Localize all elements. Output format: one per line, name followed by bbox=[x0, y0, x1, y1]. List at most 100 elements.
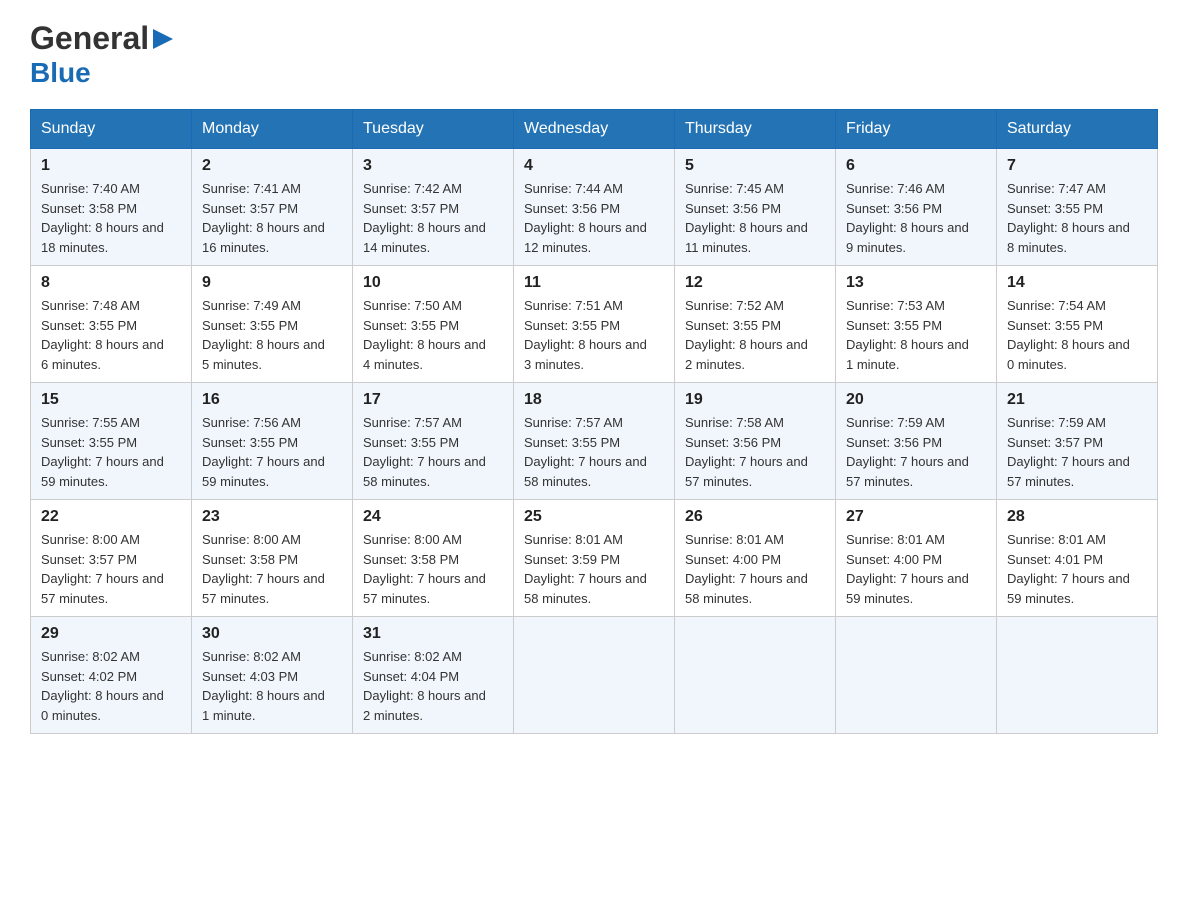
day-number: 27 bbox=[846, 508, 986, 526]
day-number: 29 bbox=[41, 625, 181, 643]
calendar-cell: 16 Sunrise: 7:56 AMSunset: 3:55 PMDayligh… bbox=[192, 383, 353, 500]
day-number: 4 bbox=[524, 157, 664, 175]
day-number: 8 bbox=[41, 274, 181, 292]
calendar-cell: 31Sunrise: 8:02 AMSunset: 4:04 PMDayligh… bbox=[353, 617, 514, 734]
day-info: Sunrise: 7:53 AMSunset: 3:55 PMDaylight:… bbox=[846, 296, 986, 374]
day-info: Sunrise: 8:01 AMSunset: 4:00 PMDaylight:… bbox=[685, 530, 825, 608]
calendar-cell: 28 Sunrise: 8:01 AMSunset: 4:01 PMDayligh… bbox=[997, 500, 1158, 617]
calendar-cell: 20 Sunrise: 7:59 AMSunset: 3:56 PMDayligh… bbox=[836, 383, 997, 500]
calendar-cell: 18Sunrise: 7:57 AMSunset: 3:55 PMDayligh… bbox=[514, 383, 675, 500]
day-number: 3 bbox=[363, 157, 503, 175]
calendar-cell: 9 Sunrise: 7:49 AMSunset: 3:55 PMDaylight… bbox=[192, 266, 353, 383]
day-number: 18 bbox=[524, 391, 664, 409]
calendar-cell: 2 Sunrise: 7:41 AMSunset: 3:57 PMDaylight… bbox=[192, 149, 353, 266]
day-number: 21 bbox=[1007, 391, 1147, 409]
calendar-cell: 4Sunrise: 7:44 AMSunset: 3:56 PMDaylight… bbox=[514, 149, 675, 266]
day-number: 2 bbox=[202, 157, 342, 175]
day-info: Sunrise: 7:48 AMSunset: 3:55 PMDaylight:… bbox=[41, 296, 181, 374]
day-number: 25 bbox=[524, 508, 664, 526]
day-number: 7 bbox=[1007, 157, 1147, 175]
day-number: 22 bbox=[41, 508, 181, 526]
calendar-cell: 3Sunrise: 7:42 AMSunset: 3:57 PMDaylight… bbox=[353, 149, 514, 266]
header-friday: Friday bbox=[836, 110, 997, 149]
day-number: 24 bbox=[363, 508, 503, 526]
calendar-cell: 5 Sunrise: 7:45 AMSunset: 3:56 PMDaylight… bbox=[675, 149, 836, 266]
calendar-cell: 30 Sunrise: 8:02 AMSunset: 4:03 PMDayligh… bbox=[192, 617, 353, 734]
header-sunday: Sunday bbox=[31, 110, 192, 149]
logo-blue-text: Blue bbox=[30, 57, 91, 89]
day-info: Sunrise: 8:01 AMSunset: 4:01 PMDaylight:… bbox=[1007, 530, 1147, 608]
calendar-cell: 14 Sunrise: 7:54 AMSunset: 3:55 PMDayligh… bbox=[997, 266, 1158, 383]
header-thursday: Thursday bbox=[675, 110, 836, 149]
day-number: 5 bbox=[685, 157, 825, 175]
day-number: 30 bbox=[202, 625, 342, 643]
calendar-cell bbox=[836, 617, 997, 734]
calendar-cell: 12 Sunrise: 7:52 AMSunset: 3:55 PMDayligh… bbox=[675, 266, 836, 383]
day-info: Sunrise: 7:49 AMSunset: 3:55 PMDaylight:… bbox=[202, 296, 342, 374]
day-number: 16 bbox=[202, 391, 342, 409]
day-number: 20 bbox=[846, 391, 986, 409]
calendar-cell: 21 Sunrise: 7:59 AMSunset: 3:57 PMDayligh… bbox=[997, 383, 1158, 500]
logo-general-text: General bbox=[30, 20, 149, 57]
day-info: Sunrise: 7:46 AMSunset: 3:56 PMDaylight:… bbox=[846, 179, 986, 257]
day-info: Sunrise: 7:52 AMSunset: 3:55 PMDaylight:… bbox=[685, 296, 825, 374]
day-info: Sunrise: 7:58 AMSunset: 3:56 PMDaylight:… bbox=[685, 413, 825, 491]
calendar-cell: 26 Sunrise: 8:01 AMSunset: 4:00 PMDayligh… bbox=[675, 500, 836, 617]
week-row-3: 15 Sunrise: 7:55 AMSunset: 3:55 PMDayligh… bbox=[31, 383, 1158, 500]
calendar-cell bbox=[997, 617, 1158, 734]
calendar-cell: 17 Sunrise: 7:57 AMSunset: 3:55 PMDayligh… bbox=[353, 383, 514, 500]
day-info: Sunrise: 7:59 AMSunset: 3:56 PMDaylight:… bbox=[846, 413, 986, 491]
day-info: Sunrise: 7:50 AMSunset: 3:55 PMDaylight:… bbox=[363, 296, 503, 374]
day-number: 13 bbox=[846, 274, 986, 292]
logo-triangle-icon bbox=[149, 25, 177, 53]
day-info: Sunrise: 7:47 AMSunset: 3:55 PMDaylight:… bbox=[1007, 179, 1147, 257]
day-info: Sunrise: 7:51 AMSunset: 3:55 PMDaylight:… bbox=[524, 296, 664, 374]
header-wednesday: Wednesday bbox=[514, 110, 675, 149]
week-row-2: 8 Sunrise: 7:48 AMSunset: 3:55 PMDaylight… bbox=[31, 266, 1158, 383]
day-number: 9 bbox=[202, 274, 342, 292]
day-number: 14 bbox=[1007, 274, 1147, 292]
day-number: 12 bbox=[685, 274, 825, 292]
day-number: 28 bbox=[1007, 508, 1147, 526]
day-info: Sunrise: 7:45 AMSunset: 3:56 PMDaylight:… bbox=[685, 179, 825, 257]
header-saturday: Saturday bbox=[997, 110, 1158, 149]
day-info: Sunrise: 8:00 AMSunset: 3:58 PMDaylight:… bbox=[202, 530, 342, 608]
day-info: Sunrise: 7:54 AMSunset: 3:55 PMDaylight:… bbox=[1007, 296, 1147, 374]
day-info: Sunrise: 7:40 AMSunset: 3:58 PMDaylight:… bbox=[41, 179, 181, 257]
calendar-cell bbox=[675, 617, 836, 734]
day-info: Sunrise: 8:02 AMSunset: 4:04 PMDaylight:… bbox=[363, 647, 503, 725]
day-number: 15 bbox=[41, 391, 181, 409]
day-info: Sunrise: 7:56 AMSunset: 3:55 PMDaylight:… bbox=[202, 413, 342, 491]
calendar-cell: 11 Sunrise: 7:51 AMSunset: 3:55 PMDayligh… bbox=[514, 266, 675, 383]
calendar-cell: 13 Sunrise: 7:53 AMSunset: 3:55 PMDayligh… bbox=[836, 266, 997, 383]
day-info: Sunrise: 8:02 AMSunset: 4:03 PMDaylight:… bbox=[202, 647, 342, 725]
logo: General Blue bbox=[30, 20, 177, 89]
day-number: 10 bbox=[363, 274, 503, 292]
calendar-cell: 8 Sunrise: 7:48 AMSunset: 3:55 PMDaylight… bbox=[31, 266, 192, 383]
calendar-cell: 22Sunrise: 8:00 AMSunset: 3:57 PMDayligh… bbox=[31, 500, 192, 617]
weekday-header-row: SundayMondayTuesdayWednesdayThursdayFrid… bbox=[31, 110, 1158, 149]
page-header: General Blue bbox=[30, 20, 1158, 89]
day-info: Sunrise: 8:02 AMSunset: 4:02 PMDaylight:… bbox=[41, 647, 181, 725]
calendar-cell: 1 Sunrise: 7:40 AMSunset: 3:58 PMDaylight… bbox=[31, 149, 192, 266]
calendar-cell: 19 Sunrise: 7:58 AMSunset: 3:56 PMDayligh… bbox=[675, 383, 836, 500]
day-info: Sunrise: 7:41 AMSunset: 3:57 PMDaylight:… bbox=[202, 179, 342, 257]
week-row-5: 29 Sunrise: 8:02 AMSunset: 4:02 PMDayligh… bbox=[31, 617, 1158, 734]
day-info: Sunrise: 8:01 AMSunset: 4:00 PMDaylight:… bbox=[846, 530, 986, 608]
header-tuesday: Tuesday bbox=[353, 110, 514, 149]
day-info: Sunrise: 7:55 AMSunset: 3:55 PMDaylight:… bbox=[41, 413, 181, 491]
day-number: 19 bbox=[685, 391, 825, 409]
day-info: Sunrise: 8:00 AMSunset: 3:58 PMDaylight:… bbox=[363, 530, 503, 608]
day-number: 23 bbox=[202, 508, 342, 526]
day-number: 17 bbox=[363, 391, 503, 409]
calendar-cell: 23 Sunrise: 8:00 AMSunset: 3:58 PMDayligh… bbox=[192, 500, 353, 617]
calendar-cell: 15 Sunrise: 7:55 AMSunset: 3:55 PMDayligh… bbox=[31, 383, 192, 500]
day-number: 6 bbox=[846, 157, 986, 175]
day-number: 26 bbox=[685, 508, 825, 526]
day-info: Sunrise: 7:59 AMSunset: 3:57 PMDaylight:… bbox=[1007, 413, 1147, 491]
day-info: Sunrise: 7:57 AMSunset: 3:55 PMDaylight:… bbox=[363, 413, 503, 491]
calendar-cell: 6 Sunrise: 7:46 AMSunset: 3:56 PMDaylight… bbox=[836, 149, 997, 266]
day-number: 1 bbox=[41, 157, 181, 175]
day-number: 11 bbox=[524, 274, 664, 292]
calendar-cell: 27 Sunrise: 8:01 AMSunset: 4:00 PMDayligh… bbox=[836, 500, 997, 617]
